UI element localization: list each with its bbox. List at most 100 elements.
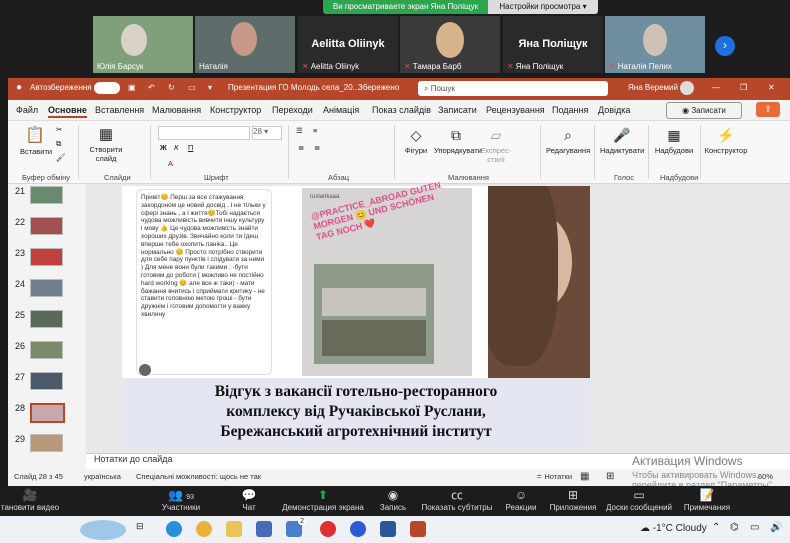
align-left-icon[interactable]: ≣: [298, 143, 304, 152]
addins-button[interactable]: ▦ Надбудови: [652, 127, 696, 155]
tab-draw[interactable]: Малювання: [152, 105, 201, 115]
designer-button[interactable]: ⚡ Конструктор: [704, 127, 748, 155]
dictate-button[interactable]: 🎤 Надиктувати: [600, 127, 644, 155]
teams-icon[interactable]: [256, 521, 272, 537]
record-button[interactable]: ◉ Записати: [666, 102, 742, 119]
minimize-icon[interactable]: —: [712, 83, 720, 92]
redo-icon[interactable]: ↻: [168, 83, 175, 92]
participant-tile[interactable]: ✕ Наталія Пелих: [605, 16, 705, 73]
shapes-button[interactable]: ◇ Фігури: [400, 127, 432, 155]
share-icon[interactable]: ⇪: [756, 102, 780, 117]
avatar[interactable]: [680, 81, 694, 95]
share-screen-button[interactable]: ⬆ Демонстрация экрана: [282, 488, 364, 512]
participant-tile-active[interactable]: Наталія: [195, 16, 295, 73]
slideshow-icon[interactable]: ▭: [188, 83, 196, 92]
close-icon[interactable]: ✕: [768, 83, 775, 92]
widget-icon[interactable]: [80, 520, 126, 540]
participant-tile[interactable]: ✕ Тамара Барб: [400, 16, 500, 73]
save-icon[interactable]: ▣: [128, 83, 136, 92]
volume-icon[interactable]: 🔊: [770, 522, 782, 533]
edge-icon[interactable]: [166, 521, 182, 537]
task-view-icon[interactable]: ⊟: [136, 521, 152, 537]
slide-thumbnail[interactable]: [30, 279, 63, 297]
tray-chevron-icon[interactable]: ⌃: [712, 522, 720, 533]
editing-button[interactable]: ⌕ Редагування: [546, 127, 590, 155]
bold-button[interactable]: Ж: [160, 143, 167, 152]
numbering-icon[interactable]: ≡: [313, 126, 317, 135]
slide-thumbnail[interactable]: [30, 248, 63, 266]
font-color-icon[interactable]: A: [168, 159, 173, 168]
language-indicator[interactable]: українська: [84, 472, 121, 481]
apps-button[interactable]: ⊞ Приложения: [548, 488, 598, 512]
slide-thumbnail[interactable]: [30, 186, 63, 204]
notes-button[interactable]: 📝 Примечания: [682, 488, 732, 512]
zoom-app-icon[interactable]: [350, 521, 366, 537]
weather-widget[interactable]: ☁ -1°C Cloudy: [640, 523, 707, 534]
word-icon[interactable]: [380, 521, 396, 537]
participant-tile[interactable]: Aelitta Oliinyk ✕ Aelitta Oliinyk: [298, 16, 398, 73]
slide-thumbnail[interactable]: [30, 217, 63, 235]
normal-view-icon[interactable]: ▦: [580, 471, 589, 482]
cut-icon[interactable]: ✂: [56, 125, 62, 134]
slide-thumbnail[interactable]: [30, 372, 63, 390]
font-name-select[interactable]: [158, 126, 250, 140]
user-name[interactable]: Яна Веремий: [628, 83, 678, 92]
battery-icon[interactable]: ▭: [750, 522, 759, 533]
tab-animations[interactable]: Анімація: [323, 105, 359, 115]
format-painter-icon[interactable]: 🖌: [56, 153, 66, 162]
slide-thumbnail-selected[interactable]: [30, 403, 65, 423]
accessibility-status[interactable]: Спеціальні можливості: щось не так: [136, 472, 261, 481]
slide-thumbnail[interactable]: [30, 341, 63, 359]
office-logo-icon: ●: [16, 82, 23, 93]
bullets-icon[interactable]: ☰: [296, 126, 303, 135]
quick-styles-button[interactable]: ▱ Експрес-стилі: [480, 127, 512, 164]
tab-transitions[interactable]: Переходи: [272, 105, 313, 115]
notes-toggle[interactable]: ≐ Нотатки: [536, 472, 572, 481]
chrome-icon[interactable]: [196, 521, 212, 537]
italic-button[interactable]: К: [174, 143, 178, 152]
arrange-button[interactable]: ⧉ Упорядкувати: [434, 127, 482, 155]
next-participants-button[interactable]: ›: [715, 36, 735, 56]
tab-design[interactable]: Конструктор: [210, 105, 261, 115]
tab-file[interactable]: Файл: [16, 105, 38, 115]
tab-slideshow[interactable]: Показ слайдів: [372, 105, 431, 115]
sorter-view-icon[interactable]: ⊞: [606, 471, 614, 482]
view-settings-button[interactable]: Настройки просмотра ▾: [488, 0, 598, 14]
record-button-zoom[interactable]: ◉ Запись: [376, 488, 410, 512]
tab-record[interactable]: Записати: [438, 105, 477, 115]
slide-thumbnail[interactable]: [30, 434, 63, 452]
autosave-toggle[interactable]: [94, 82, 120, 94]
font-size-select[interactable]: 28 ▾: [252, 126, 282, 140]
file-explorer-icon[interactable]: [226, 521, 242, 537]
participant-tile[interactable]: Юлія Барсук: [93, 16, 193, 73]
participants-button[interactable]: 👥 93 Участники: [158, 488, 204, 512]
tab-home[interactable]: Основне: [48, 105, 87, 118]
video-button[interactable]: 🎥 тановити видео: [0, 488, 60, 512]
slide-thumbnail[interactable]: [30, 310, 63, 328]
vertical-scrollbar[interactable]: [782, 188, 788, 458]
opera-icon[interactable]: [320, 521, 336, 537]
paste-button[interactable]: 📋 Вставити: [20, 125, 52, 156]
maximize-icon[interactable]: ❐: [740, 83, 747, 92]
center-icon[interactable]: ≣: [314, 143, 320, 152]
reactions-button[interactable]: ☺ Реакции: [502, 488, 540, 512]
copy-icon[interactable]: ⧉: [56, 139, 61, 149]
chat-button[interactable]: 💬 Чат: [234, 488, 264, 512]
mail-icon[interactable]: 2: [286, 518, 306, 537]
search-input[interactable]: ⌕ Пошук: [418, 81, 608, 96]
customize-icon[interactable]: ▾: [208, 83, 212, 92]
tab-insert[interactable]: Вставлення: [95, 105, 144, 115]
tab-help[interactable]: Довідка: [598, 105, 630, 115]
participant-tile[interactable]: Яна Поліщук ✕ Яна Поліщук: [503, 16, 603, 73]
current-slide[interactable]: Привіт😊 Перш за все стажування закордоно…: [122, 180, 590, 448]
network-icon[interactable]: ⌬: [730, 522, 739, 533]
underline-button[interactable]: П: [188, 143, 193, 152]
tab-view[interactable]: Подання: [552, 105, 588, 115]
undo-icon[interactable]: ↶: [148, 83, 155, 92]
whiteboards-button[interactable]: ▭ Доски сообщений: [604, 488, 674, 512]
tab-review[interactable]: Рецензування: [486, 105, 545, 115]
saved-status[interactable]: Збережено: [358, 83, 399, 92]
powerpoint-icon[interactable]: [410, 521, 426, 537]
captions-button[interactable]: ㏄ Показать субтитры: [420, 488, 494, 512]
new-slide-button[interactable]: ▦ Створити слайд: [86, 125, 126, 163]
